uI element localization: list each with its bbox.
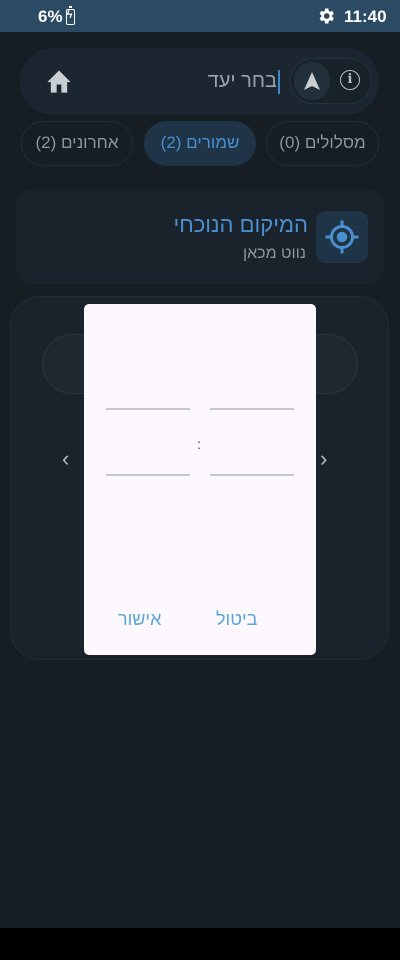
cancel-button[interactable]: ביטול	[216, 609, 257, 630]
search-placeholder: בחר יעד	[207, 70, 277, 92]
confirm-button[interactable]: אישור	[118, 609, 161, 630]
chevron-right-icon[interactable]: ›	[320, 446, 327, 472]
time-separator: :	[197, 436, 201, 452]
my-location-icon	[325, 220, 359, 254]
info-icon[interactable]: i	[340, 70, 360, 90]
chevron-left-icon[interactable]: ‹	[62, 446, 69, 472]
clock: 11:40	[344, 7, 387, 26]
home-icon	[47, 70, 71, 93]
minute-input[interactable]	[210, 474, 294, 476]
system-navigation-bar	[0, 928, 400, 960]
gear-icon	[319, 8, 334, 24]
hour-input[interactable]	[106, 474, 190, 476]
current-location-title: המיקום הנוכחי	[173, 212, 308, 237]
text-caret	[278, 69, 280, 94]
battery-percent: 6%	[38, 7, 63, 26]
tab-recent[interactable]: אחרונים (2)	[21, 121, 133, 166]
battery-indicator: 6%	[38, 6, 75, 27]
battery-charging-icon	[65, 6, 75, 25]
tab-routes[interactable]: מסלולים (0)	[266, 121, 379, 166]
navigation-arrow-icon	[304, 72, 320, 90]
home-button[interactable]	[40, 62, 78, 100]
destination-search-input[interactable]: בחר יעד	[150, 64, 280, 98]
time-picker-dialog	[84, 304, 316, 655]
navigate-button[interactable]	[294, 62, 330, 100]
minute-field-top[interactable]	[210, 408, 294, 410]
current-location-subtitle: נווט מכאן	[242, 245, 306, 262]
screen: 6% 11:40 בחר יעד i מסלולים (0) שמורים (2…	[0, 0, 400, 960]
status-bar: 6% 11:40	[0, 0, 400, 32]
hour-field-top[interactable]	[106, 408, 190, 410]
location-button[interactable]	[316, 211, 368, 263]
tab-saved[interactable]: שמורים (2)	[144, 121, 256, 166]
